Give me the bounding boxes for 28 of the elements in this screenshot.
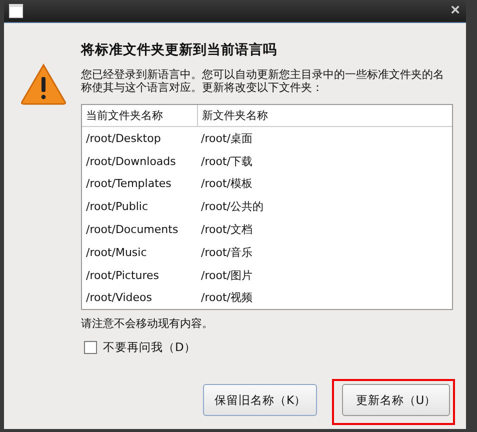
table-cell-text: /root/图片 bbox=[200, 268, 254, 283]
table-cell-text: /root/视频 bbox=[200, 290, 254, 306]
checkbox-label[interactable]: 不要再问我（D） bbox=[103, 340, 196, 356]
window-icon bbox=[9, 4, 23, 18]
table-cell-text: /root/文档 bbox=[200, 222, 254, 238]
table-cell-text: /root/公共的 bbox=[200, 199, 264, 214]
table-cell-text: /root/音乐 bbox=[200, 244, 254, 260]
table-cell-text: /root/Music bbox=[85, 246, 148, 259]
table-cell-text: /root/桌面 bbox=[200, 130, 254, 146]
warning-icon bbox=[20, 63, 67, 105]
note-text: 请注意不会移动现有内容。 bbox=[81, 316, 214, 332]
table-cell-text: /root/下载 bbox=[200, 154, 254, 169]
close-button[interactable]: × bbox=[450, 3, 460, 19]
keep-names-button[interactable]: 保留旧名称（K） bbox=[203, 384, 317, 416]
table-cell-text: /root/Documents bbox=[85, 223, 180, 236]
table-cell-text: /root/Templates bbox=[85, 177, 172, 190]
table-cell-text: /root/Downloads bbox=[85, 154, 177, 168]
table-cell-text: /root/模板 bbox=[200, 176, 254, 192]
column-header[interactable]: 新文件夹名称 bbox=[197, 105, 452, 126]
checkbox[interactable] bbox=[84, 341, 97, 354]
table-cell-text: /root/Public bbox=[85, 200, 150, 214]
table-cell-text: /root/Desktop bbox=[85, 132, 162, 145]
dialog-message: 您已经登录到新语言中。您可以自动更新您主目录中的一些标准文件夹的名称使其与这个语言对应。更新将改变以下文件夹： bbox=[81, 68, 445, 94]
table-cell-text: /root/Pictures bbox=[85, 268, 160, 282]
table-cell-text: /root/Videos bbox=[85, 291, 154, 304]
update-names-button[interactable]: 更新名称（U） bbox=[342, 384, 450, 416]
dialog-title: 将标准文件夹更新到当前语言吗 bbox=[81, 41, 278, 59]
column-header[interactable]: 当前文件夹名称 bbox=[82, 105, 197, 126]
